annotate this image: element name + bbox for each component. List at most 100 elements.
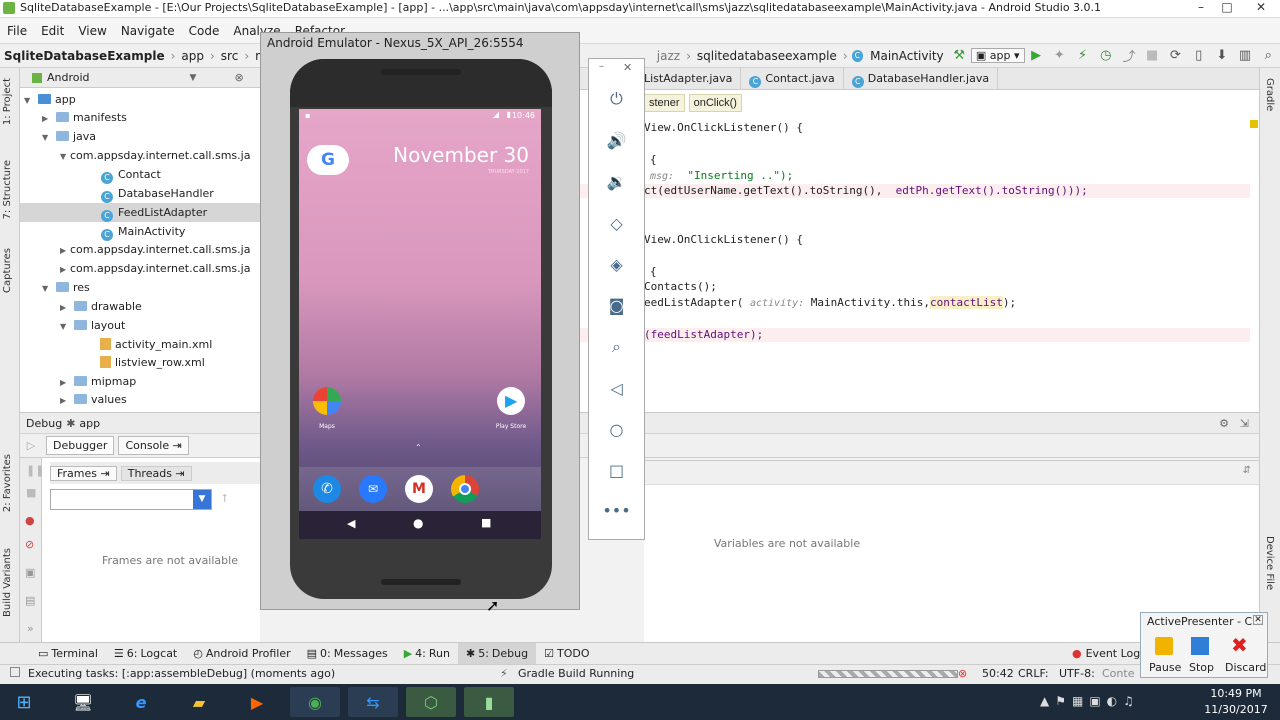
discard-recording-icon[interactable]: ✖ [1231, 633, 1248, 657]
locate-icon[interactable]: ⊗ [234, 71, 243, 84]
volume-down-icon[interactable]: 🔉 [589, 172, 644, 191]
sync-gradle-icon[interactable]: ⟳ [1167, 48, 1184, 63]
code-editor[interactable]: stener onClick() View.OnClickListener() … [580, 90, 1259, 412]
taskbar-chrome[interactable]: ◉ [290, 687, 340, 717]
more-icon[interactable]: » [27, 622, 34, 635]
dropdown-arrow-icon[interactable]: ▼ [193, 490, 211, 509]
code-crumb-listener[interactable]: stener [644, 94, 685, 112]
status-task[interactable]: Executing tasks: [:app:assembleDebug] (m… [28, 665, 335, 683]
taskbar-ie[interactable]: e [116, 687, 166, 717]
taskbar-media[interactable]: ▶ [232, 687, 282, 717]
screenshot-icon[interactable]: ◙ [589, 296, 644, 315]
tab-contact[interactable]: C Contact.java [741, 67, 844, 90]
expand-arrow-icon[interactable]: ▶ [60, 391, 70, 409]
home-icon[interactable]: ● [413, 516, 423, 530]
toolwin-logcat[interactable]: ☰ 6: Logcat [106, 647, 185, 660]
status-gradle[interactable]: Gradle Build Running [518, 665, 634, 683]
messages-app-icon[interactable]: ✉ [359, 475, 387, 503]
tree-item-package-3[interactable]: ▶ com.appsday.internet.call.sms.ja [20, 259, 260, 278]
breadcrumb-project[interactable]: SqliteDatabaseExample [0, 49, 169, 63]
tree-item-res[interactable]: ▼ res [20, 278, 260, 297]
status-encoding[interactable]: UTF-8: [1059, 665, 1095, 683]
taskbar-explorer[interactable]: 🖥 [58, 687, 108, 717]
app-drawer-arrow-icon[interactable]: ⌃ [415, 443, 422, 452]
tab-gradle[interactable]: Gradle [1264, 78, 1275, 111]
tree-item-databasehandler[interactable]: C DatabaseHandler [20, 184, 260, 203]
rotate-left-icon[interactable]: ◇ [589, 214, 644, 233]
tab-frames[interactable]: Frames ⇥ [50, 465, 117, 481]
sdk-manager-icon[interactable]: ⬇ [1213, 48, 1230, 63]
search-icon[interactable]: ⌕ [1260, 48, 1277, 63]
collapse-arrow-icon[interactable]: ▼ [42, 279, 52, 297]
warning-marker[interactable] [1250, 120, 1258, 128]
rerun-icon[interactable]: ▷ [20, 439, 42, 452]
stop-debug-icon[interactable]: ■ [26, 486, 36, 499]
tab-threads[interactable]: Threads ⇥ [120, 465, 192, 481]
dropdown-arrow-icon[interactable]: ▼ [190, 73, 197, 83]
layout-icon[interactable]: ▤ [25, 594, 35, 607]
tree-item-java[interactable]: ▼ java [20, 127, 260, 146]
tree-item-feedlistadapter[interactable]: C FeedListAdapter [20, 203, 260, 222]
mute-breakpoints-icon[interactable]: ⊘ [25, 538, 34, 551]
menu-view[interactable]: View [71, 24, 113, 38]
collapse-arrow-icon[interactable]: ▼ [24, 91, 34, 109]
breadcrumb-class[interactable]: MainActivity [866, 49, 948, 63]
expand-arrow-icon[interactable]: ▶ [60, 298, 70, 316]
menu-navigate[interactable]: Navigate [114, 24, 182, 38]
toolwin-debug[interactable]: ✱ 5: Debug [457, 642, 537, 665]
overview-button-icon[interactable]: □ [589, 461, 644, 480]
tab-console[interactable]: Console ⇥ [118, 436, 189, 455]
cancel-build-icon[interactable]: ⊗ [958, 665, 967, 683]
status-line-separator[interactable]: CRLF: [1018, 665, 1049, 683]
hide-panel-icon[interactable]: ⇲ [1240, 417, 1249, 430]
tree-item-values[interactable]: ▶ values [20, 390, 260, 409]
tab-build-variants[interactable]: Build Variants [2, 548, 13, 617]
home-button-icon[interactable]: ○ [589, 420, 644, 439]
tree-item-mipmap[interactable]: ▶ mipmap [20, 372, 260, 391]
tree-item-listview-row-xml[interactable]: listview_row.xml [20, 353, 260, 372]
tab-captures[interactable]: Captures [2, 248, 13, 293]
tree-item-package[interactable]: ▼ com.appsday.internet.call.sms.ja [20, 146, 260, 165]
toolwin-run[interactable]: ▶ 4: Run [396, 647, 458, 660]
collapse-arrow-icon[interactable]: ▼ [42, 128, 52, 146]
menu-code[interactable]: Code [182, 24, 227, 38]
gmail-app-icon[interactable]: M [405, 475, 433, 503]
start-button[interactable]: ⊞ [2, 687, 46, 717]
toggle-tool-windows-icon[interactable] [10, 667, 20, 677]
close-emulator-icon[interactable]: ✕ [623, 61, 632, 74]
volume-up-icon[interactable]: 🔊 [589, 131, 644, 150]
home-date[interactable]: November 30 [393, 143, 529, 167]
toolwin-messages[interactable]: ▤ 0: Messages [299, 647, 396, 660]
stop-icon[interactable]: ■ [1144, 48, 1161, 63]
tree-item-manifests[interactable]: ▶ manifests [20, 108, 260, 127]
power-icon[interactable]: ⏻ [589, 89, 644, 109]
settings-gear-icon[interactable]: ⚙ [1219, 417, 1229, 430]
status-position[interactable]: 50:42 [982, 665, 1014, 683]
tree-item-layout[interactable]: ▼ layout [20, 316, 260, 335]
maximize-button[interactable]: □ [1214, 0, 1240, 16]
expand-arrow-icon[interactable]: ▶ [60, 260, 70, 278]
breadcrumb-jazz[interactable]: jazz [653, 49, 684, 63]
activepresenter-close-icon[interactable]: ✕ [1253, 615, 1263, 625]
minimize-emulator-icon[interactable]: – [599, 61, 604, 72]
toolwin-profiler[interactable]: ◴ Android Profiler [185, 647, 298, 660]
attach-debugger-icon[interactable]: ⤴ [1120, 46, 1137, 65]
breadcrumb-module[interactable]: app [177, 49, 208, 63]
restore-icon[interactable]: ⇵ [1243, 465, 1251, 476]
debug-icon[interactable]: ✦ [1051, 48, 1068, 63]
clock-time[interactable]: 10:49 PM [1196, 687, 1276, 700]
run-icon[interactable]: ▶ [1028, 48, 1045, 63]
breadcrumb-package[interactable]: sqlitedatabaseexample [693, 49, 841, 63]
menu-file[interactable]: File [0, 24, 34, 38]
rotate-right-icon[interactable]: ◈ [589, 255, 644, 274]
phone-app-icon[interactable]: ✆ [313, 475, 341, 503]
emulator-window[interactable]: Android Emulator - Nexus_5X_API_26:5554 … [260, 32, 580, 610]
chrome-app-icon[interactable] [451, 475, 479, 503]
tab-structure[interactable]: 7: Structure [2, 160, 13, 219]
apply-changes-icon[interactable]: ⚡ [1074, 48, 1091, 63]
hammer-icon[interactable]: ⚒ [951, 48, 968, 63]
toolwin-todo[interactable]: ☑ TODO [536, 647, 597, 660]
breakpoints-icon[interactable]: ● [25, 514, 35, 527]
maps-app-icon[interactable] [313, 387, 341, 415]
system-tray[interactable]: ▲⚑▦▣◐♫ [1040, 694, 1140, 708]
